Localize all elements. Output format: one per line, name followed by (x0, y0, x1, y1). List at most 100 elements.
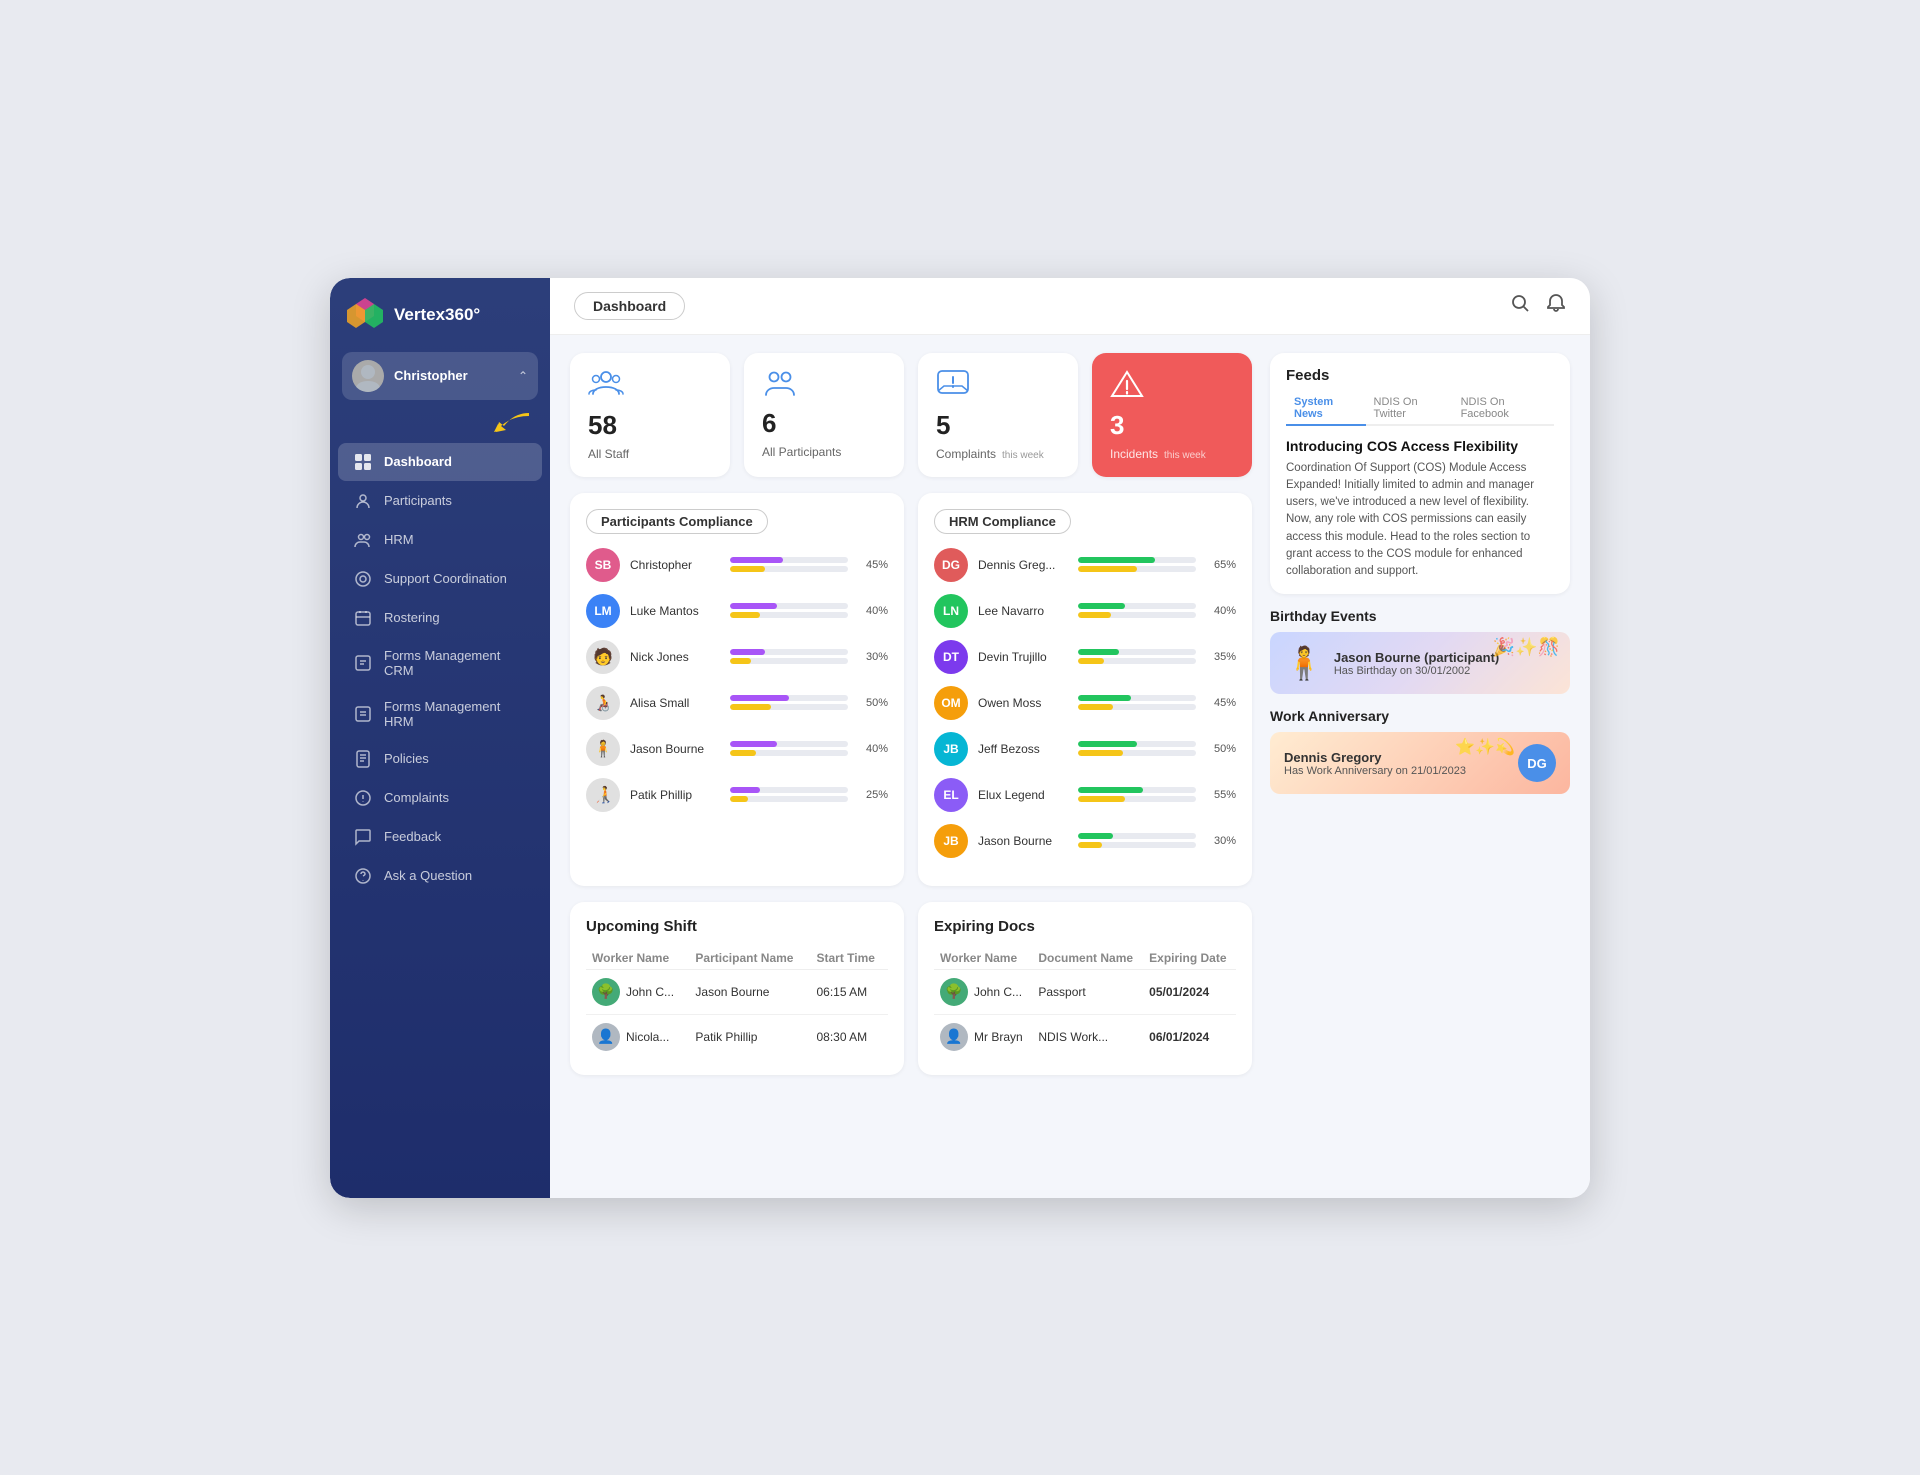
left-column: 58 All Staff 6 All Parti (570, 353, 1252, 1180)
person-icon: 🧑‍🦯 (586, 778, 620, 812)
birthday-person-icon: 🧍 (1284, 644, 1324, 682)
anniversary-section-title: Work Anniversary (1270, 708, 1570, 724)
compliance-bar (1078, 833, 1196, 848)
compliance-name: Lee Navarro (978, 604, 1068, 618)
compliance-name: Christopher (630, 558, 720, 572)
tab-ndis-twitter[interactable]: NDIS On Twitter (1366, 392, 1453, 426)
article-title: Introducing COS Access Flexibility (1286, 438, 1554, 454)
sidebar-item-ask-question[interactable]: Ask a Question (338, 857, 542, 895)
sidebar-item-dashboard[interactable]: Dashboard (338, 443, 542, 481)
incidents-sublabel: this week (1164, 450, 1206, 461)
compliance-avatar: LM (586, 594, 620, 628)
main-content: Dashboard (550, 278, 1590, 1198)
compliance-item: LM Luke Mantos 40% (586, 594, 888, 628)
sidebar-item-forms-hrm[interactable]: Forms Management HRM (338, 689, 542, 739)
complaints-sublabel: this week (1002, 450, 1044, 461)
compliance-name: Patik Phillip (630, 788, 720, 802)
expiring-docs-table: Worker Name Document Name Expiring Date (934, 947, 1236, 1059)
compliance-avatar: JB (934, 732, 968, 766)
worker-cell: 👤 Mr Brayn (940, 1023, 1026, 1051)
content-area: 58 All Staff 6 All Parti (550, 335, 1590, 1198)
nav-label: Policies (384, 751, 429, 766)
birthday-section-title: Birthday Events (1270, 608, 1570, 624)
sidebar-item-hrm[interactable]: HRM (338, 521, 542, 559)
col-participant: Participant Name (689, 947, 810, 970)
sidebar-item-feedback[interactable]: Feedback (338, 818, 542, 856)
right-column: Feeds System News NDIS On Twitter NDIS O… (1270, 353, 1570, 1180)
person-icon: 🧑 (586, 640, 620, 674)
expiry-date: 06/01/2024 (1143, 1014, 1236, 1059)
worker-cell: 👤 Nicola... (592, 1023, 683, 1051)
compliance-item: 🧑‍🦯 Patik Phillip 25% (586, 778, 888, 812)
incidents-count: 3 (1110, 410, 1124, 441)
table-row: 👤 Mr Brayn NDIS Work... 06/01/2024 (934, 1014, 1236, 1059)
compliance-name: Jason Bourne (978, 834, 1068, 848)
feeds-title: Feeds (1286, 367, 1554, 384)
compliance-bar (730, 649, 848, 664)
forms-hrm-icon (354, 705, 372, 723)
nav-label: Participants (384, 493, 452, 508)
incidents-stat-icon (1110, 369, 1144, 404)
compliance-item: OM Owen Moss 45% (934, 686, 1236, 720)
forms-crm-icon (354, 654, 372, 672)
worker-avatar: 👤 (592, 1023, 620, 1051)
feedback-icon (354, 828, 372, 846)
top-icons (1510, 293, 1566, 318)
worker-name: John C... (974, 985, 1022, 999)
compliance-item: JB Jeff Bezoss 50% (934, 732, 1236, 766)
nav-label: Ask a Question (384, 868, 472, 883)
compliance-name: Alisa Small (630, 696, 720, 710)
worker-avatar: 🌳 (940, 978, 968, 1006)
compliance-avatar: JB (934, 824, 968, 858)
nav-label: Forms Management HRM (384, 699, 526, 729)
compliance-name: Luke Mantos (630, 604, 720, 618)
col-worker: Worker Name (586, 947, 689, 970)
start-time: 08:30 AM (810, 1014, 888, 1059)
anniversary-section: Work Anniversary Dennis Gregory Has Work… (1270, 708, 1570, 794)
compliance-item: SB Christopher 45% (586, 548, 888, 582)
sidebar-item-complaints[interactable]: Complaints (338, 779, 542, 817)
nav-label: Support Coordination (384, 571, 507, 586)
compliance-bar (1078, 741, 1196, 756)
compliance-name: Owen Moss (978, 696, 1068, 710)
sidebar-item-policies[interactable]: Policies (338, 740, 542, 778)
hrm-compliance-panel: HRM Compliance DG Dennis Greg... 65% (918, 493, 1252, 886)
participants-compliance-panel: Participants Compliance SB Christopher 4… (570, 493, 904, 886)
document-name: Passport (1032, 969, 1143, 1014)
complaints-label: Complaints (936, 447, 996, 461)
tab-ndis-facebook[interactable]: NDIS On Facebook (1453, 392, 1554, 426)
compliance-avatar: DG (934, 548, 968, 582)
compliance-bar (730, 603, 848, 618)
anniversary-banner: Dennis Gregory Has Work Anniversary on 2… (1270, 732, 1570, 794)
page-title: Dashboard (574, 292, 685, 320)
compliance-item: 🧑 Nick Jones 30% (586, 640, 888, 674)
ask-icon (354, 867, 372, 885)
compliance-name: Devin Trujillo (978, 650, 1068, 664)
staff-count: 58 (588, 410, 617, 441)
worker-cell: 🌳 John C... (940, 978, 1026, 1006)
tab-system-news[interactable]: System News (1286, 392, 1366, 426)
nav-menu: Dashboard Participants HRM (330, 442, 550, 896)
sidebar-item-support-coordination[interactable]: Support Coordination (338, 560, 542, 598)
sidebar-item-rostering[interactable]: Rostering (338, 599, 542, 637)
search-icon[interactable] (1510, 293, 1530, 318)
compliance-avatar: OM (934, 686, 968, 720)
nav-label: HRM (384, 532, 414, 547)
birthday-banner: 🧍 Jason Bourne (participant) Has Birthda… (1270, 632, 1570, 694)
sidebar-item-participants[interactable]: Participants (338, 482, 542, 520)
compliance-name: Elux Legend (978, 788, 1068, 802)
compliance-item: EL Elux Legend 55% (934, 778, 1236, 812)
user-name: Christopher (394, 368, 508, 383)
compliance-name: Jason Bourne (630, 742, 720, 756)
rostering-icon (354, 609, 372, 627)
worker-name: John C... (626, 985, 674, 999)
sidebar-item-forms-crm[interactable]: Forms Management CRM (338, 638, 542, 688)
col-document: Document Name (1032, 947, 1143, 970)
notification-icon[interactable] (1546, 293, 1566, 318)
table-row: 🌳 John C... Jason Bourne 06:15 AM (586, 969, 888, 1014)
incidents-label: Incidents (1110, 447, 1158, 461)
feeds-tabs: System News NDIS On Twitter NDIS On Face… (1286, 392, 1554, 426)
expiry-date: 05/01/2024 (1143, 969, 1236, 1014)
compliance-bar (1078, 695, 1196, 710)
user-profile[interactable]: Christopher ⌃ (342, 352, 538, 400)
